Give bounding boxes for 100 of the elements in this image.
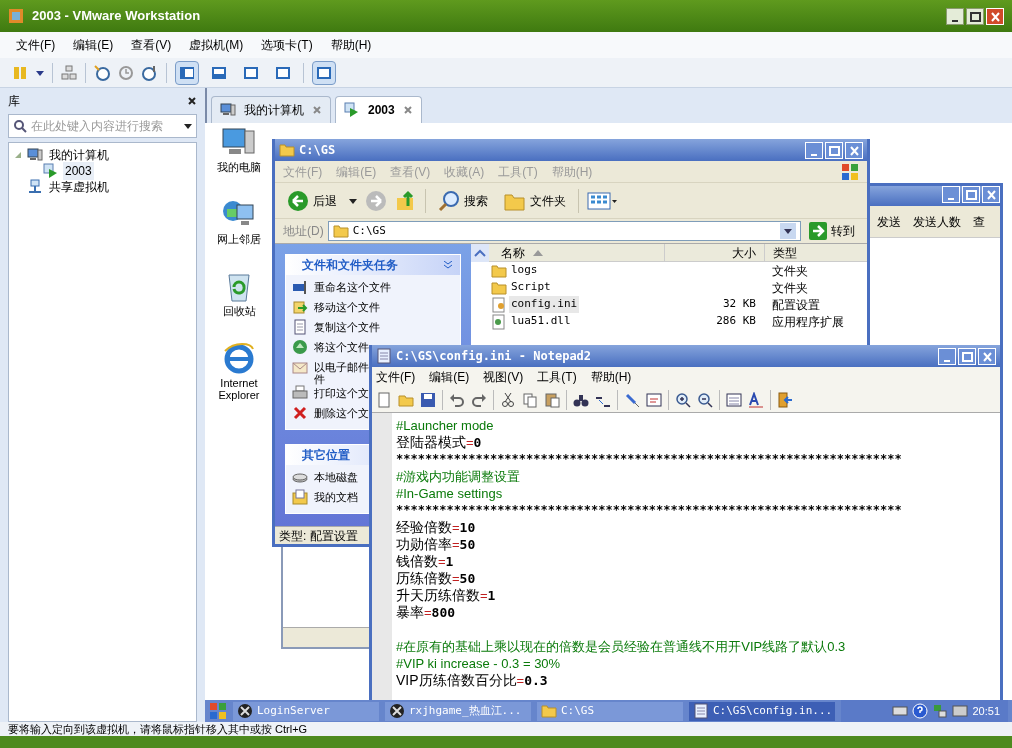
text-editor[interactable]	[372, 413, 1000, 700]
views-icon[interactable]	[587, 190, 617, 211]
rename-icon	[292, 279, 308, 295]
exit-icon[interactable]	[777, 391, 793, 408]
task-link[interactable]: 复制这个文件	[314, 319, 380, 333]
tree-item[interactable]: 我的计算机	[47, 146, 111, 164]
folder-icon	[279, 142, 295, 158]
expand-icon[interactable]	[15, 152, 21, 158]
maximize-icon[interactable]	[966, 7, 984, 25]
tab[interactable]: 2003	[335, 96, 422, 123]
help-icon[interactable]	[912, 703, 929, 719]
chevron-icon[interactable]	[444, 261, 452, 269]
view-icon	[275, 65, 291, 80]
file-name[interactable]: Script	[509, 279, 553, 296]
task-link[interactable]: 我的文档	[314, 489, 358, 503]
network-icon[interactable]	[61, 64, 77, 81]
scroll-up-icon[interactable]	[471, 244, 489, 262]
desktop-icon-label[interactable]: 回收站	[222, 305, 256, 317]
back-button[interactable]: 后退	[283, 189, 341, 212]
task-link[interactable]: 将这个文件	[314, 339, 369, 353]
window-icon[interactable]	[646, 391, 662, 408]
toolbar-button[interactable]: 查	[973, 212, 985, 231]
tab[interactable]: 我的计算机	[211, 96, 331, 123]
column-header[interactable]: 类型	[764, 244, 867, 261]
library-title: 库	[8, 93, 20, 110]
zoom-out-icon[interactable]	[697, 391, 713, 408]
menu-item[interactable]: 帮助(H)	[590, 368, 632, 386]
cut-icon[interactable]	[500, 391, 516, 408]
dropdown-icon[interactable]	[780, 223, 796, 239]
column-header[interactable]: 大小	[664, 244, 764, 261]
tree-item[interactable]: 2003	[63, 162, 94, 180]
vm-icon[interactable]	[952, 703, 969, 719]
caret-icon[interactable]	[184, 122, 192, 130]
menu-item[interactable]: 编辑(E)	[429, 368, 470, 386]
folders-button[interactable]: 文件夹	[500, 189, 570, 212]
keyboard-icon[interactable]	[892, 703, 909, 719]
column-header[interactable]: 名称	[489, 244, 664, 261]
file-name[interactable]: config.ini	[509, 296, 580, 313]
menu-item[interactable]: 查看(V)	[131, 36, 172, 54]
menu-item[interactable]: 工具(T)	[537, 368, 577, 386]
list-icon[interactable]	[726, 391, 742, 408]
view-icon	[211, 65, 227, 80]
file-type: 文件夹	[771, 262, 809, 280]
address-field[interactable]: C:\GS	[327, 221, 801, 241]
tree-item[interactable]: 共享虚拟机	[47, 178, 111, 196]
menu-item[interactable]: 编辑(E)	[73, 36, 114, 54]
redo-icon[interactable]	[471, 391, 487, 408]
menu-item[interactable]: 选项卡(T)	[261, 36, 313, 54]
menu-item[interactable]: 视图(V)	[483, 368, 524, 386]
caret-icon[interactable]	[349, 196, 357, 205]
menu-item[interactable]: 文件(F)	[376, 368, 416, 386]
file-size: 286 KB	[716, 314, 756, 328]
setting-value: 50	[459, 536, 476, 553]
taskbar-button[interactable]: C:\GS\config.in...	[689, 701, 835, 721]
copy-icon[interactable]	[522, 391, 538, 408]
menu-item[interactable]: 虚拟机(M)	[189, 36, 244, 54]
task-link[interactable]: 以电子邮件件	[314, 359, 370, 385]
caret-icon[interactable]	[36, 68, 44, 77]
task-link[interactable]: 重命名这个文件	[314, 279, 391, 293]
desktop-icon-label[interactable]: 我的电脑	[217, 161, 261, 173]
copy-icon	[292, 319, 308, 335]
file-name[interactable]: lua51.dll	[509, 313, 573, 330]
snapshot-icon[interactable]	[94, 64, 110, 81]
start-icon[interactable]	[209, 702, 227, 720]
comment-line: #游戏内功能调整设置	[396, 468, 522, 485]
task-link[interactable]: 删除这个文	[314, 405, 369, 419]
file-name[interactable]: logs	[509, 262, 540, 279]
menu-item[interactable]: 帮助(H)	[330, 36, 372, 54]
font-icon[interactable]	[748, 391, 764, 408]
setting-value: 800	[431, 604, 456, 621]
toolbar-button[interactable]: 发送人数	[913, 212, 961, 231]
file-type: 文件夹	[771, 279, 809, 297]
search-button[interactable]: 搜索	[434, 189, 492, 212]
menu-item[interactable]: 文件(F)	[16, 36, 56, 54]
toolbar-button[interactable]: 发送	[877, 212, 901, 231]
network-icon[interactable]	[932, 703, 949, 719]
revert-icon[interactable]	[118, 64, 134, 81]
file-size: 32 KB	[722, 297, 756, 311]
view-button[interactable]	[312, 60, 336, 85]
notepad-icon	[376, 348, 392, 364]
task-link[interactable]: 打印这个文	[314, 385, 369, 399]
view-button[interactable]	[175, 60, 199, 85]
paste-icon[interactable]	[544, 391, 560, 408]
zoom-in-icon[interactable]	[675, 391, 691, 408]
task-link[interactable]: 本地磁盘	[314, 469, 358, 483]
task-link[interactable]: 移动这个文件	[314, 299, 380, 313]
pin-icon[interactable]	[624, 391, 640, 408]
desktop-icon-label[interactable]: Internet Explorer	[209, 377, 269, 401]
comment-line: #在原有的基础上乘以现在的倍数是会员经验在普通线不用开VIP线路了默认0.3	[396, 638, 847, 655]
go-button[interactable]: 转到	[805, 222, 859, 240]
snapshot-manager-icon[interactable]	[142, 64, 158, 81]
new-file-icon[interactable]	[376, 391, 392, 408]
save-icon[interactable]	[420, 391, 436, 408]
search-field[interactable]: 在此处键入内容进行搜索	[8, 114, 197, 138]
minimize-icon[interactable]	[946, 7, 964, 25]
close-icon[interactable]	[187, 96, 197, 106]
desktop-icon-label[interactable]: 网上邻居	[217, 233, 261, 245]
flag-icon	[841, 162, 859, 181]
setting-value: 1	[445, 553, 454, 570]
view-icon	[243, 65, 259, 80]
